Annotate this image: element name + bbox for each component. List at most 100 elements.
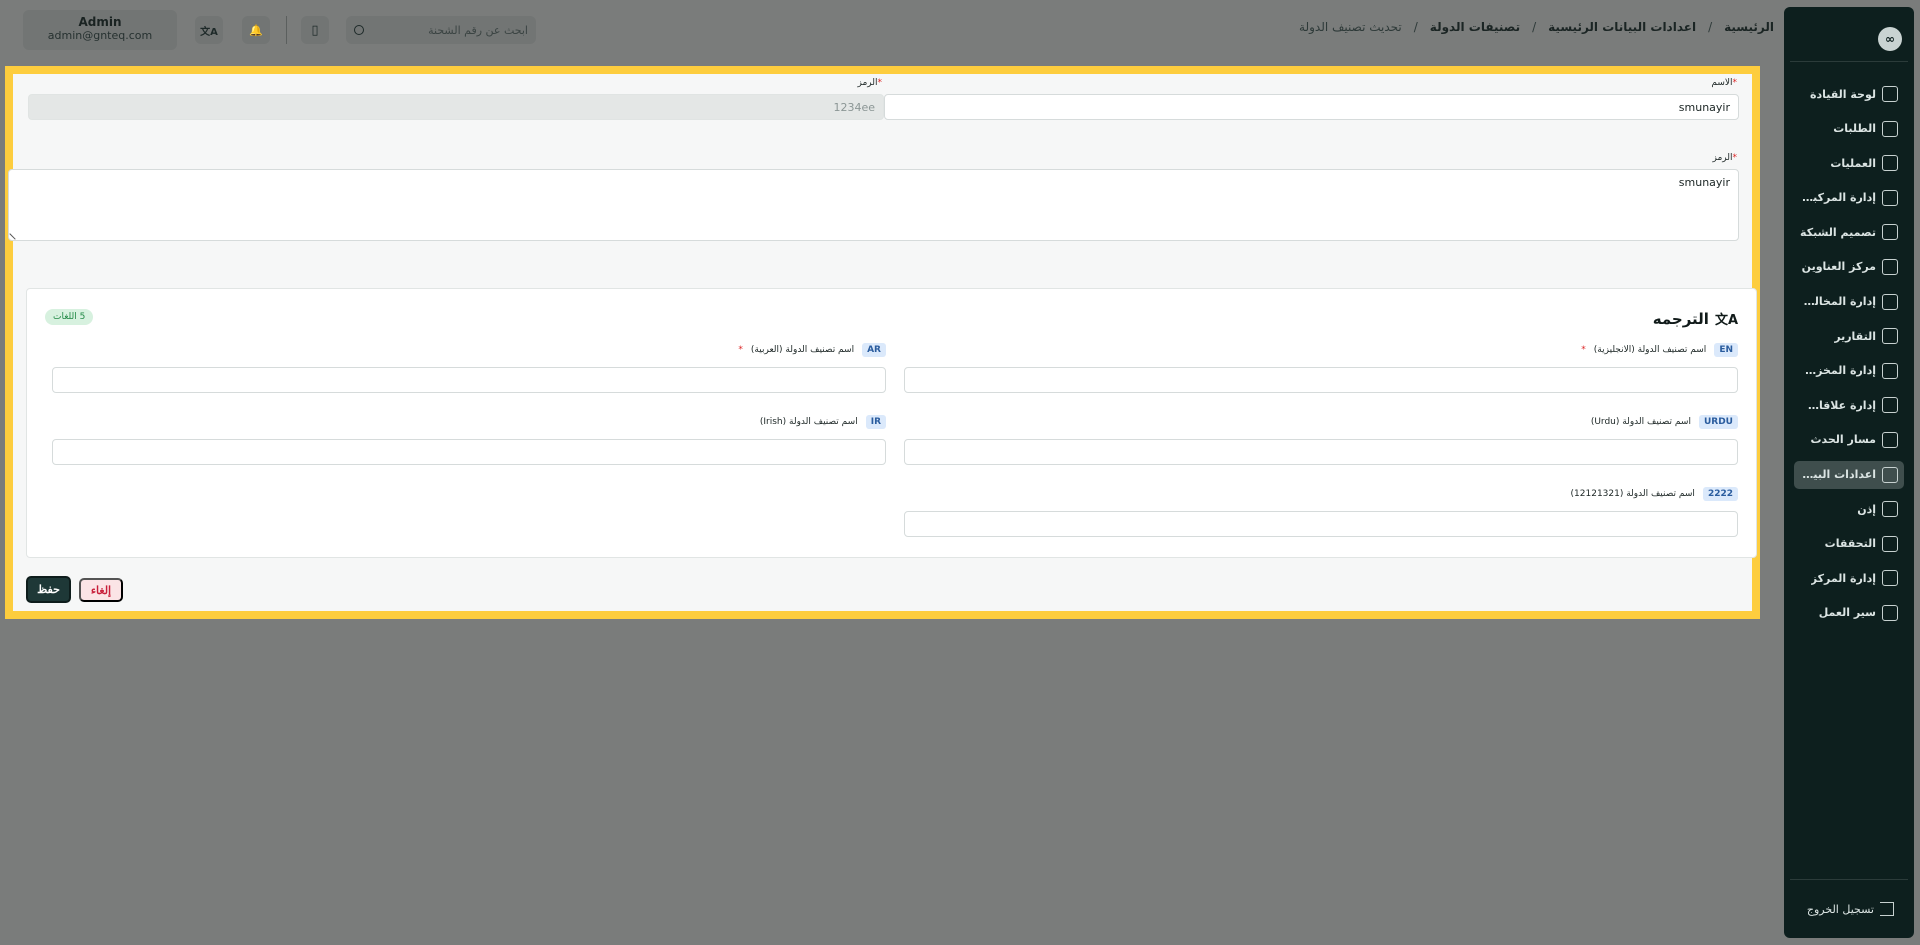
sidebar-item-network[interactable]: تصميم الشبكة xyxy=(1794,218,1904,246)
breadcrumb-current: تحديث تصنيف الدولة xyxy=(1299,20,1402,34)
sidebar-item-inventory[interactable]: إدارة المخزون xyxy=(1794,357,1904,385)
translate-icon: 文A xyxy=(1714,313,1738,328)
lang-tag-ar: AR xyxy=(862,343,886,357)
sidebar-item-event-path[interactable]: مسار الحدث xyxy=(1794,426,1904,454)
sidebar-item-label: إدارة علاقات العملاء xyxy=(1800,398,1876,412)
inventory-icon xyxy=(1882,362,1898,379)
sidebar-item-label: اعدادات البيانات... xyxy=(1800,468,1876,482)
user-email: admin@gnteq.com xyxy=(47,29,153,42)
sidebar-item-permissions[interactable]: إذن xyxy=(1794,495,1904,523)
search-icon xyxy=(354,25,364,35)
address-icon xyxy=(1882,258,1898,275)
breadcrumb-home[interactable]: الرئيسية xyxy=(1724,20,1774,34)
breadcrumb-separator: / xyxy=(1532,20,1537,34)
translation-input-urdu[interactable] xyxy=(904,439,1738,465)
sidebar-item-label: التحققات xyxy=(1824,537,1876,551)
bell-icon[interactable]: 🔔 xyxy=(242,16,270,44)
sidebar-item-label: الطلبات xyxy=(1833,122,1876,136)
sidebar-item-label: مركز العناوين xyxy=(1801,260,1876,274)
translation-label-ar: AR اسم تصنيف الدولة (العربية) * xyxy=(738,343,886,357)
tablet-icon[interactable]: ▯ xyxy=(301,16,329,44)
sidebar-item-label: سير العمل xyxy=(1818,606,1876,620)
edit-form-panel: *الاسم smunayir *الرمز 1234ee *الرمز smu… xyxy=(5,66,1760,619)
sidebar-item-vehicles[interactable]: إدارة المركبات xyxy=(1794,184,1904,212)
sidebar-item-label: مسار الحدث xyxy=(1810,433,1876,447)
sidebar-item-master-data[interactable]: اعدادات البيانات... xyxy=(1794,460,1904,489)
translation-label-2222: 2222 اسم تصنيف الدولة (12121321) xyxy=(1571,487,1738,501)
translate-icon[interactable]: 文A xyxy=(195,16,223,44)
dashboard-icon xyxy=(1882,86,1898,102)
user-menu[interactable]: Admin admin@gnteq.com xyxy=(23,10,177,50)
description-label: *الرمز xyxy=(1712,153,1738,163)
workflow-icon xyxy=(1882,604,1898,621)
lang-tag-ir: IR xyxy=(865,415,886,429)
sidebar-item-label: إدارة المخالفات xyxy=(1800,295,1876,309)
translation-label-en: EN اسم تصنيف الدولة (الانجليزية) * xyxy=(1581,343,1738,357)
sidebar-item-violations[interactable]: إدارة المخالفات xyxy=(1794,288,1904,316)
logout-button[interactable]: تسجيل الخروج xyxy=(1807,902,1894,916)
event-path-icon xyxy=(1882,431,1898,448)
sidebar-item-label: العمليات xyxy=(1830,156,1876,170)
header-divider xyxy=(286,16,287,44)
sidebar-nav: لوحة القيادة الطلبات العمليات إدارة المر… xyxy=(1784,80,1914,634)
code-input: 1234ee xyxy=(28,94,884,120)
validations-icon xyxy=(1882,535,1898,552)
permissions-icon xyxy=(1882,501,1898,518)
save-button[interactable]: حفظ xyxy=(26,576,71,603)
database-icon xyxy=(1882,466,1898,483)
operations-icon xyxy=(1882,155,1898,172)
lang-tag-en: EN xyxy=(1714,343,1738,357)
translation-title-text: الترجمه xyxy=(1652,309,1709,328)
search-placeholder: ابحث عن رقم الشحنة xyxy=(428,23,528,37)
name-label: *الاسم xyxy=(1711,78,1737,88)
user-name: Admin xyxy=(78,15,122,29)
breadcrumb-separator: / xyxy=(1413,20,1418,34)
crm-icon xyxy=(1882,397,1898,414)
translation-input-en[interactable] xyxy=(904,367,1738,393)
lang-tag-2222: 2222 xyxy=(1702,487,1738,501)
sidebar-item-label: التقارير xyxy=(1834,329,1876,343)
translation-title: 文A الترجمه xyxy=(1652,309,1738,329)
center-icon xyxy=(1882,570,1898,587)
description-textarea[interactable]: smunayir xyxy=(8,169,1739,241)
app-logo[interactable]: ∞ xyxy=(1878,27,1902,51)
sidebar-item-addresses[interactable]: مركز العناوين xyxy=(1794,253,1904,281)
sidebar-item-label: إذن xyxy=(1857,502,1876,516)
cancel-button[interactable]: إلغاء xyxy=(79,578,123,602)
translation-input-2222[interactable] xyxy=(904,511,1738,537)
violations-icon xyxy=(1882,293,1898,310)
breadcrumb-master-data[interactable]: اعدادات البيانات الرئيسية xyxy=(1548,20,1696,34)
search-input[interactable]: ابحث عن رقم الشحنة xyxy=(346,16,536,44)
sidebar-item-label: إدارة المركز xyxy=(1810,571,1876,585)
reports-icon xyxy=(1882,328,1898,345)
translation-input-ar[interactable] xyxy=(52,367,886,393)
breadcrumb-country-classifications[interactable]: تصنيفات الدولة xyxy=(1430,20,1520,34)
description-value: smunayir xyxy=(1678,176,1730,189)
sidebar-item-center[interactable]: إدارة المركز xyxy=(1794,564,1904,592)
sidebar: ∞ لوحة القيادة الطلبات العمليات إدارة ال… xyxy=(1784,7,1914,938)
sidebar-item-workflow[interactable]: سير العمل xyxy=(1794,599,1904,627)
translation-label-urdu: URDU اسم تصنيف الدولة (Urdu) xyxy=(1591,415,1738,429)
truck-icon xyxy=(1882,189,1898,206)
sidebar-item-reports[interactable]: التقارير xyxy=(1794,322,1904,350)
network-icon xyxy=(1882,224,1898,241)
sidebar-divider xyxy=(1790,61,1908,62)
logout-icon xyxy=(1880,902,1894,916)
sidebar-item-operations[interactable]: العمليات xyxy=(1794,149,1904,177)
sidebar-item-orders[interactable]: الطلبات xyxy=(1794,115,1904,143)
name-input[interactable]: smunayir xyxy=(884,94,1739,120)
sidebar-item-label: تصميم الشبكة xyxy=(1800,225,1876,239)
sidebar-item-label: إدارة المخزون xyxy=(1800,364,1876,378)
orders-icon xyxy=(1882,120,1898,137)
sidebar-item-validations[interactable]: التحققات xyxy=(1794,530,1904,558)
resize-handle[interactable] xyxy=(9,228,21,240)
sidebar-item-dashboard[interactable]: لوحة القيادة xyxy=(1794,80,1904,108)
code-label: *الرمز xyxy=(857,78,883,88)
breadcrumb-separator: / xyxy=(1708,20,1713,34)
logout-label: تسجيل الخروج xyxy=(1806,902,1874,916)
lang-tag-urdu: URDU xyxy=(1698,415,1738,429)
sidebar-item-crm[interactable]: إدارة علاقات العملاء xyxy=(1794,391,1904,419)
translation-label-ir: IR اسم تصنيف الدولة (Irish) xyxy=(760,415,886,429)
translation-input-ir[interactable] xyxy=(52,439,886,465)
sidebar-bottom-divider xyxy=(1790,879,1908,880)
